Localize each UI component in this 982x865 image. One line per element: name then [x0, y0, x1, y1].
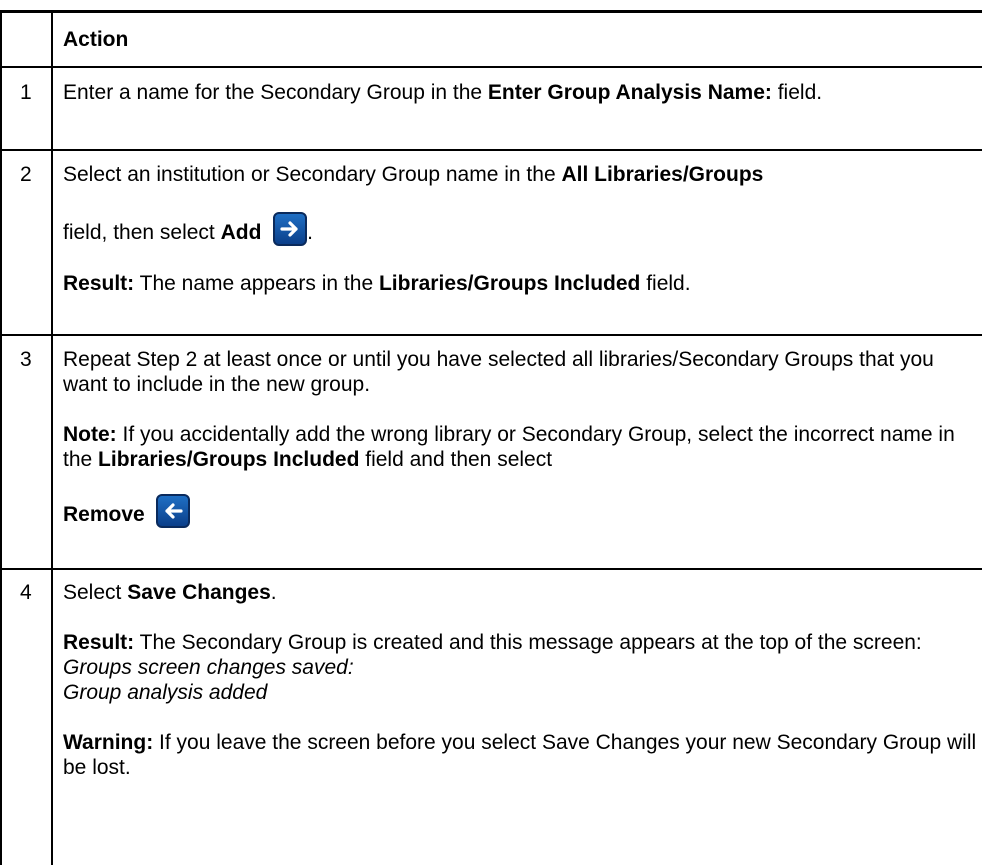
arrow-left-icon — [156, 494, 191, 528]
step-3-text: Repeat Step 2 at least once or until you… — [63, 348, 955, 528]
step-number: 2 — [20, 163, 32, 186]
column-rule — [51, 10, 53, 865]
step-4-text: Select Save Changes. Result: The Seconda… — [63, 581, 977, 779]
arrow-right-icon — [273, 212, 308, 246]
step-number: 3 — [20, 348, 32, 371]
step-2-text: Select an institution or Secondary Group… — [63, 163, 764, 295]
step-number: 4 — [20, 581, 32, 604]
row-rule — [0, 568, 982, 570]
row-rule — [0, 149, 982, 151]
table-left-rule — [0, 10, 2, 865]
table-top-rule — [0, 10, 982, 13]
header-rule — [0, 66, 982, 68]
step-1-text: Enter a name for the Secondary Group in … — [63, 81, 823, 104]
row-rule — [0, 334, 982, 336]
column-header-action: Action — [63, 28, 129, 51]
step-number: 1 — [20, 81, 32, 104]
